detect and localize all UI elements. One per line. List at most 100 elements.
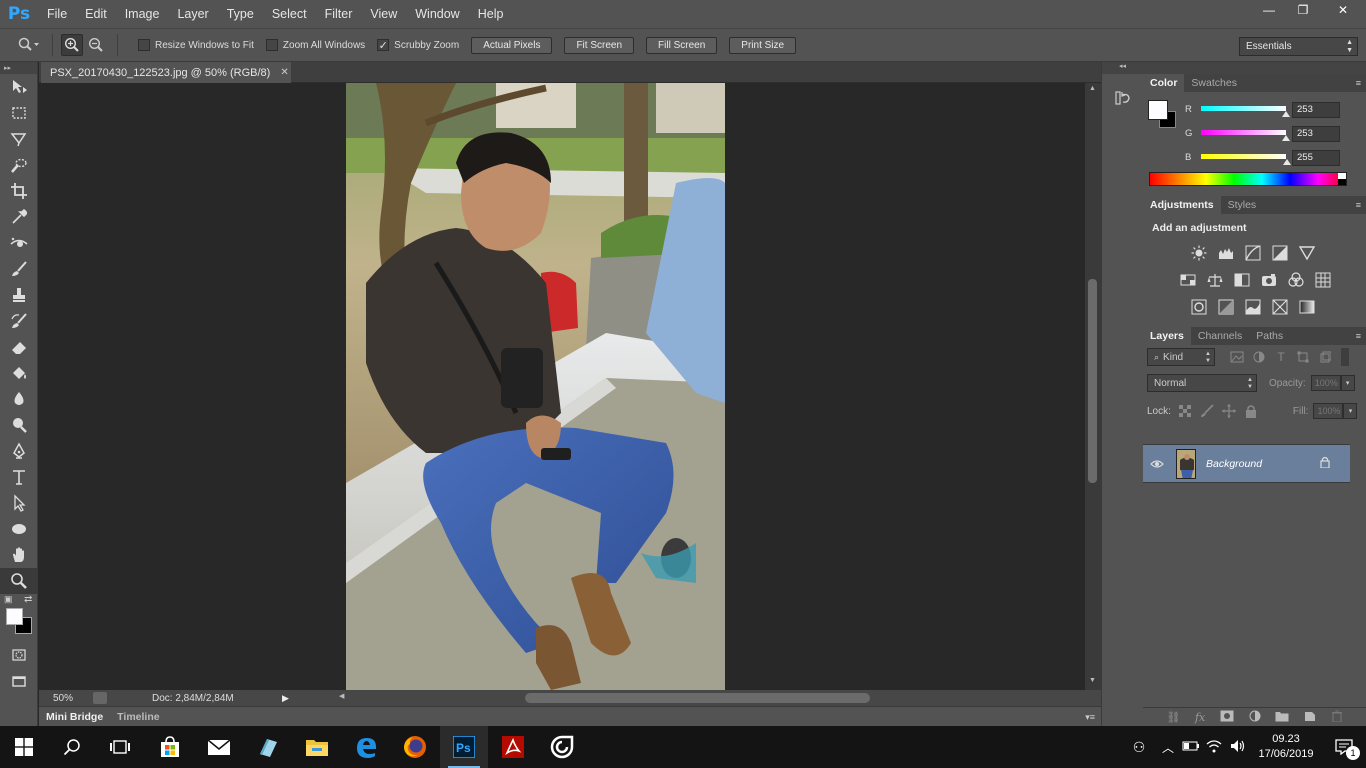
new-group-icon[interactable] <box>1275 710 1289 725</box>
menu-window[interactable]: Window <box>406 0 468 28</box>
zoom-level-field[interactable]: 50% <box>39 693 85 704</box>
gradient-map-icon[interactable] <box>1298 298 1316 316</box>
tab-timeline[interactable]: Timeline <box>110 707 166 726</box>
zoom-in-button[interactable] <box>61 34 83 56</box>
fill-screen-button[interactable]: Fill Screen <box>646 36 718 54</box>
restore-button[interactable]: ❐ <box>1286 0 1320 20</box>
volume-icon[interactable] <box>1226 739 1250 756</box>
lasso-tool[interactable] <box>0 126 38 152</box>
menu-edit[interactable]: Edit <box>76 0 116 28</box>
brush-tool[interactable] <box>0 256 38 282</box>
crop-tool[interactable] <box>0 178 38 204</box>
taskbar-acrobat[interactable] <box>489 726 537 768</box>
dodge-tool[interactable] <box>0 412 38 438</box>
canvas-area[interactable] <box>39 83 1085 690</box>
brightness-contrast-icon[interactable] <box>1190 244 1208 262</box>
eyedropper-tool[interactable] <box>0 204 38 230</box>
adjustments-panel-menu-icon[interactable]: ≡ <box>1356 196 1361 214</box>
tab-layers[interactable]: Layers <box>1143 327 1191 345</box>
paint-bucket-tool[interactable] <box>0 360 38 386</box>
tab-channels[interactable]: Channels <box>1191 327 1249 345</box>
invert-icon[interactable] <box>1190 298 1208 316</box>
checkbox-box[interactable] <box>138 39 150 51</box>
lock-all-icon[interactable] <box>1243 403 1259 419</box>
color-foreground-swatch[interactable] <box>1148 100 1168 120</box>
layer-item[interactable]: Background <box>1143 444 1350 483</box>
expand-panels-icon[interactable]: ◂◂ <box>1102 62 1143 74</box>
red-slider-thumb[interactable] <box>1282 111 1290 117</box>
vibrance-icon[interactable] <box>1298 244 1316 262</box>
panel-menu-icon[interactable]: ▾≡ <box>1085 707 1095 727</box>
color-lookup-icon[interactable] <box>1314 271 1332 289</box>
adjustment-filter-icon[interactable] <box>1251 349 1267 365</box>
show-hidden-icons[interactable]: ︿ <box>1156 739 1180 756</box>
marquee-tool[interactable] <box>0 100 38 126</box>
type-tool[interactable] <box>0 464 38 490</box>
blue-slider[interactable] <box>1201 154 1286 159</box>
taskbar-mail[interactable] <box>195 726 243 768</box>
people-icon[interactable]: ⚇ <box>1122 739 1156 756</box>
scroll-up-icon[interactable]: ▲ <box>1089 85 1096 92</box>
color-balance-icon[interactable] <box>1206 271 1224 289</box>
task-view-button[interactable] <box>96 726 144 768</box>
actual-pixels-button[interactable]: Actual Pixels <box>471 36 553 54</box>
battery-icon[interactable] <box>1180 740 1202 755</box>
layer-style-fx-icon[interactable]: fx <box>1195 711 1205 724</box>
blend-mode-select[interactable]: Normal ▲ ▼ <box>1147 374 1257 392</box>
link-layers-icon[interactable]: ⛓ <box>1166 711 1180 724</box>
vertical-scroll-thumb[interactable] <box>1088 279 1097 483</box>
menu-help[interactable]: Help <box>469 0 513 28</box>
tab-swatches[interactable]: Swatches <box>1184 74 1244 92</box>
eraser-tool[interactable] <box>0 334 38 360</box>
taskbar-media-app[interactable] <box>538 726 586 768</box>
lock-transparency-icon[interactable] <box>1177 403 1193 419</box>
path-selection-tool[interactable] <box>0 490 38 516</box>
screen-mode-button[interactable] <box>0 668 38 694</box>
document-image[interactable] <box>346 83 725 690</box>
hand-tool[interactable] <box>0 542 38 568</box>
new-layer-icon[interactable] <box>1304 710 1316 725</box>
pen-tool[interactable] <box>0 438 38 464</box>
foreground-color-swatch[interactable] <box>6 608 23 625</box>
tab-styles[interactable]: Styles <box>1221 196 1264 214</box>
hue-saturation-icon[interactable] <box>1179 271 1197 289</box>
fill-field[interactable]: 100% <box>1313 403 1344 419</box>
zoom-tool[interactable] <box>0 568 38 594</box>
taskbar-app[interactable] <box>244 726 292 768</box>
photo-filter-icon[interactable] <box>1260 271 1278 289</box>
type-filter-icon[interactable]: T <box>1273 349 1289 365</box>
taskbar-file-explorer[interactable] <box>293 726 341 768</box>
zoom-all-windows-checkbox[interactable]: Zoom All Windows <box>265 39 365 51</box>
status-info-icon[interactable] <box>93 692 107 704</box>
notification-center-button[interactable]: 1 <box>1322 739 1366 760</box>
zoom-tool-preset[interactable] <box>14 33 44 57</box>
blur-tool[interactable] <box>0 386 38 412</box>
layers-panel-menu-icon[interactable]: ≡ <box>1356 327 1361 345</box>
green-slider-thumb[interactable] <box>1282 135 1290 141</box>
smart-object-filter-icon[interactable] <box>1317 349 1333 365</box>
pixel-filter-icon[interactable] <box>1229 349 1245 365</box>
menu-file[interactable]: File <box>38 0 76 28</box>
add-mask-icon[interactable] <box>1220 710 1234 725</box>
menu-select[interactable]: Select <box>263 0 316 28</box>
channel-mixer-icon[interactable] <box>1287 271 1305 289</box>
taskbar-clock[interactable]: 09.23 17/06/2019 <box>1250 732 1322 762</box>
menu-layer[interactable]: Layer <box>168 0 217 28</box>
tools-collapse-icon[interactable]: ▸▸ <box>0 62 37 74</box>
scroll-down-icon[interactable]: ▼ <box>1089 677 1096 684</box>
exposure-icon[interactable] <box>1271 244 1289 262</box>
threshold-icon[interactable] <box>1244 298 1262 316</box>
tab-mini-bridge[interactable]: Mini Bridge <box>39 707 111 726</box>
history-panel-button[interactable] <box>1113 88 1133 108</box>
lock-position-icon[interactable] <box>1221 403 1237 419</box>
visibility-eye-icon[interactable] <box>1143 459 1171 469</box>
color-panel-menu-icon[interactable]: ≡ <box>1356 74 1361 92</box>
document-tab[interactable]: PSX_20170430_122523.jpg @ 50% (RGB/8) ✕ <box>41 62 291 83</box>
move-tool[interactable] <box>0 74 38 100</box>
taskbar-edge[interactable] <box>342 726 390 768</box>
taskbar-firefox[interactable] <box>391 726 439 768</box>
menu-filter[interactable]: Filter <box>316 0 362 28</box>
menu-view[interactable]: View <box>361 0 406 28</box>
checkbox-box[interactable] <box>265 39 278 51</box>
scroll-left-icon[interactable]: ◀ <box>339 692 344 700</box>
